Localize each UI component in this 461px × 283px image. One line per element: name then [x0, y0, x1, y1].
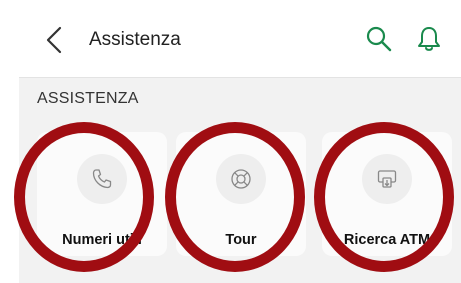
bell-icon — [418, 27, 440, 51]
card-label: Ricerca ATM — [343, 232, 431, 248]
chevron-left-icon — [46, 26, 62, 54]
card-label: Tour — [225, 232, 257, 248]
app-screen: Assistenza ASSISTENZA Numeri utili Tour … — [19, 0, 461, 283]
search-icon — [366, 26, 392, 52]
icon-circle — [216, 154, 266, 204]
card-ricerca-atm[interactable]: Ricerca ATM — [322, 132, 452, 256]
lifebuoy-icon — [231, 169, 251, 189]
top-bar: Assistenza — [19, 0, 461, 78]
section-title: ASSISTENZA — [37, 90, 139, 107]
notifications-button[interactable] — [414, 24, 444, 54]
card-numeri-utili[interactable]: Numeri utili — [37, 132, 167, 256]
icon-circle — [362, 154, 412, 204]
card-tour[interactable]: Tour — [176, 132, 306, 256]
icon-circle — [77, 154, 127, 204]
atm-icon — [377, 170, 397, 188]
phone-icon — [92, 169, 112, 189]
search-button[interactable] — [364, 24, 394, 54]
card-label: Numeri utili — [62, 232, 142, 248]
back-button[interactable] — [41, 24, 67, 56]
page-title: Assistenza — [89, 29, 181, 50]
